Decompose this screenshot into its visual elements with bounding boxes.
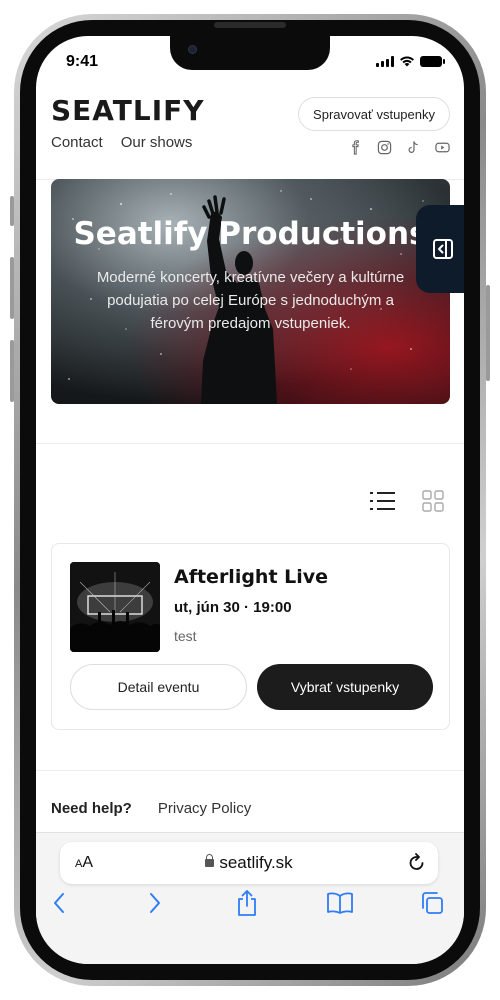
tiktok-icon[interactable] (406, 140, 421, 155)
event-date: ut, jún 30 · 19:00 (174, 599, 292, 616)
view-toggle (370, 490, 444, 512)
cellular-signal-icon (376, 55, 394, 67)
need-help-link[interactable]: Need help? (51, 800, 132, 817)
privacy-policy-link[interactable]: Privacy Policy (158, 800, 251, 817)
share-icon[interactable] (236, 889, 258, 917)
browser-toolbar (36, 889, 464, 927)
reload-icon[interactable] (408, 853, 426, 873)
phone-screen: 9:41 SEATLIFY Contact Our shows Spravova… (36, 36, 464, 964)
battery-icon (420, 55, 445, 67)
status-icons (376, 55, 445, 67)
front-camera (188, 45, 197, 54)
browser-chrome: AA seatlify.sk (36, 832, 464, 964)
volume-down-button (10, 340, 14, 402)
earpiece-speaker (214, 22, 286, 28)
tabs-icon[interactable] (420, 891, 444, 915)
event-description: test (174, 628, 197, 644)
notch (170, 36, 330, 70)
event-card: Afterlight Live ut, jún 30 · 19:00 test … (51, 543, 450, 730)
facebook-icon[interactable] (348, 140, 363, 155)
wifi-icon (400, 56, 414, 67)
back-icon[interactable] (52, 891, 68, 915)
youtube-icon[interactable] (435, 140, 450, 155)
grid-view-icon[interactable] (422, 490, 444, 512)
volume-up-button (10, 257, 14, 319)
panel-collapse-icon (433, 239, 453, 259)
select-tickets-button[interactable]: Vybrať vstupenky (257, 664, 433, 710)
hero-description: Moderné koncerty, kreatívne večery a kul… (96, 269, 405, 332)
silent-switch (10, 196, 14, 226)
instagram-icon[interactable] (377, 140, 392, 155)
event-title[interactable]: Afterlight Live (174, 566, 328, 588)
social-links (348, 140, 450, 155)
lock-icon (205, 854, 215, 867)
list-view-icon[interactable] (370, 490, 396, 512)
manage-tickets-button[interactable]: Spravovať vstupenky (298, 97, 450, 131)
main-nav: Contact Our shows (51, 134, 192, 151)
hero-banner: Seatlify Productions Moderné koncerty, k… (51, 179, 450, 404)
address-bar[interactable]: AA seatlify.sk (60, 842, 438, 884)
side-panel-toggle[interactable] (416, 205, 464, 293)
nav-contact-link[interactable]: Contact (51, 134, 103, 151)
hero-title: Seatlify Productions (73, 216, 428, 252)
event-detail-button[interactable]: Detail eventu (70, 664, 247, 710)
footer-divider (36, 770, 464, 771)
hero-divider (36, 443, 464, 444)
nav-our-shows-link[interactable]: Our shows (121, 134, 193, 151)
event-thumbnail[interactable] (70, 562, 160, 652)
power-button (486, 285, 490, 381)
stage-image (70, 562, 160, 652)
forward-icon[interactable] (146, 891, 162, 915)
status-time: 9:41 (66, 53, 99, 70)
bookmarks-icon[interactable] (326, 891, 354, 915)
site-footer: Need help? Privacy Policy (51, 800, 251, 817)
site-logo[interactable]: SEATLIFY (51, 94, 205, 127)
url-display[interactable]: seatlify.sk (60, 853, 438, 873)
